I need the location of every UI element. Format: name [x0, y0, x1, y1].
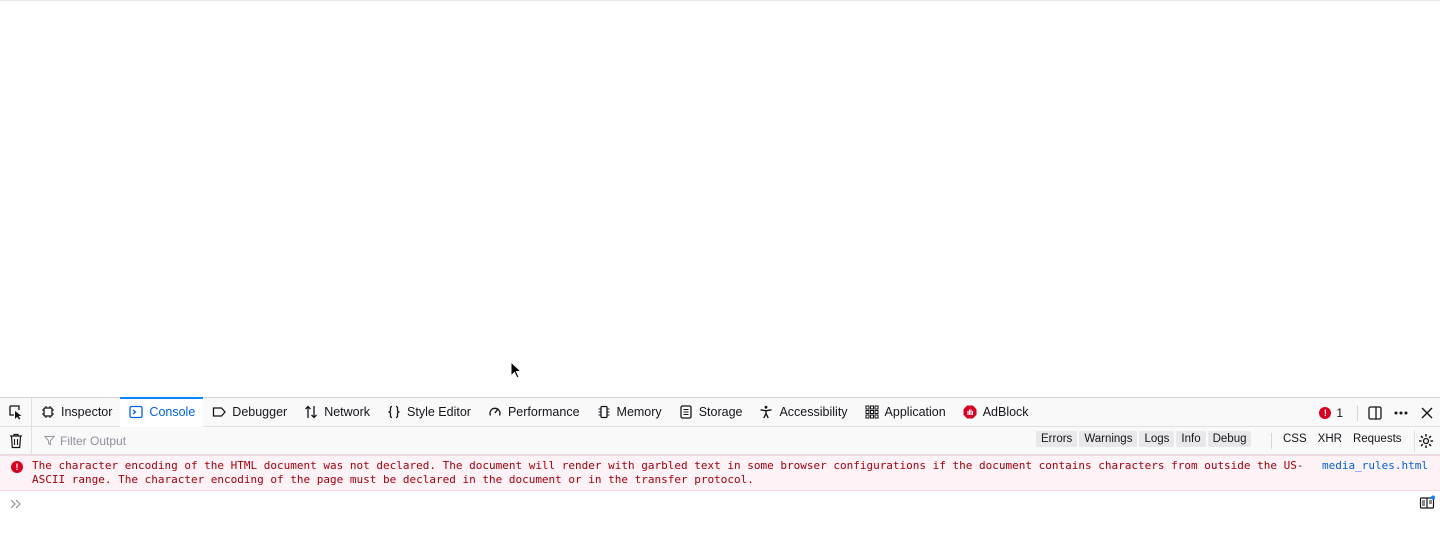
tab-accessibility[interactable]: Accessibility [750, 398, 855, 427]
more-horizontal-icon [1394, 411, 1408, 414]
mouse-cursor-icon [510, 361, 522, 379]
accessibility-icon [760, 405, 773, 419]
trash-icon [9, 433, 22, 448]
tab-performance[interactable]: Performance [479, 398, 588, 427]
console-input[interactable] [32, 495, 1392, 513]
tab-label: Memory [616, 405, 662, 419]
tab-storage[interactable]: Storage [670, 398, 751, 427]
application-icon [865, 405, 879, 419]
tab-label: Inspector [61, 405, 113, 419]
filter-icon [44, 435, 55, 446]
tab-debugger[interactable]: Debugger [203, 398, 295, 427]
error-icon: ! [11, 461, 23, 473]
console-input-row [0, 491, 1440, 517]
clear-console-button[interactable] [0, 426, 32, 455]
element-picker-icon [8, 405, 21, 420]
message-text: The character encoding of the HTML docum… [32, 459, 1304, 486]
filter-divider [1271, 433, 1272, 449]
filter-info-button[interactable]: Info [1176, 431, 1206, 447]
tab-label: Accessibility [779, 405, 848, 419]
dock-layout-button[interactable] [1362, 398, 1388, 427]
filter-errors-button[interactable]: Errors [1036, 431, 1078, 447]
tab-label: Debugger [232, 405, 288, 419]
editor-mode-toggle-button[interactable] [1418, 494, 1436, 512]
filter-css-button[interactable]: CSS [1278, 431, 1312, 447]
console-icon [129, 405, 144, 419]
devtools-panel: Inspector Console Debugger Network Style Edi… [0, 396, 1440, 546]
network-icon [305, 405, 318, 419]
more-options-button[interactable] [1388, 398, 1414, 427]
inspector-icon [42, 406, 54, 418]
dock-side-icon [1368, 405, 1382, 420]
message-source-link[interactable]: media_rules.html [1322, 459, 1428, 473]
performance-icon [489, 407, 501, 416]
filter-output-input[interactable]: Filter Output [32, 427, 1032, 454]
style-editor-icon [388, 405, 400, 419]
tab-label: Application [884, 405, 946, 419]
devtools-toolbar: Inspector Console Debugger Network Style Edi… [0, 396, 1440, 427]
filter-placeholder: Filter Output [60, 433, 127, 448]
tab-label: AdBlock [982, 405, 1029, 419]
log-level-filters: Errors Warnings Logs Info Debug [1036, 431, 1252, 447]
tab-network[interactable]: Network [295, 398, 378, 427]
filter-logs-button[interactable]: Logs [1139, 431, 1175, 447]
error-icon: ! [1319, 406, 1332, 419]
console-error-message[interactable]: ! The character encoding of the HTML doc… [0, 455, 1440, 491]
tab-application[interactable]: Application [856, 398, 954, 427]
tab-inspector[interactable]: Inspector [32, 398, 120, 427]
tab-memory[interactable]: Memory [588, 398, 670, 427]
toolbar-right: ! 1 [1309, 398, 1440, 427]
error-count-label: 1 [1336, 405, 1343, 420]
tab-label: Console [149, 405, 196, 419]
gear-icon [1418, 434, 1433, 448]
page-viewport[interactable] [0, 0, 1440, 397]
tab-label: Style Editor [407, 405, 471, 419]
tab-console[interactable]: Console [120, 396, 204, 427]
console-settings-button[interactable] [1414, 430, 1436, 452]
element-picker-button[interactable] [0, 397, 32, 427]
tab-label: Storage [698, 405, 743, 419]
adblock-icon [963, 405, 977, 419]
request-type-filters: CSS XHR Requests [1278, 431, 1407, 447]
tab-style-editor[interactable]: Style Editor [378, 398, 479, 427]
close-icon [1421, 407, 1433, 418]
filter-requests-button[interactable]: Requests [1348, 431, 1407, 447]
storage-icon [680, 405, 692, 419]
filter-debug-button[interactable]: Debug [1207, 431, 1252, 447]
console-filter-bar: Filter Output Errors Warnings Logs Info Debu… [0, 426, 1440, 455]
memory-icon [598, 405, 610, 419]
filter-xhr-button[interactable]: XHR [1313, 431, 1347, 447]
filter-warnings-button[interactable]: Warnings [1079, 431, 1138, 447]
close-devtools-button[interactable] [1414, 398, 1440, 427]
error-count-badge[interactable]: ! 1 [1309, 406, 1353, 420]
devtools-tabs: Inspector Console Debugger Network Style Edi… [32, 396, 1037, 427]
chevron-double-right-icon [10, 499, 21, 509]
tab-label: Performance [507, 405, 580, 419]
debugger-icon [213, 407, 227, 417]
tab-label: Network [324, 405, 371, 419]
toolbar-divider [1357, 404, 1358, 421]
split-editor-icon [1419, 495, 1435, 509]
tab-adblock[interactable]: AdBlock [954, 398, 1037, 427]
